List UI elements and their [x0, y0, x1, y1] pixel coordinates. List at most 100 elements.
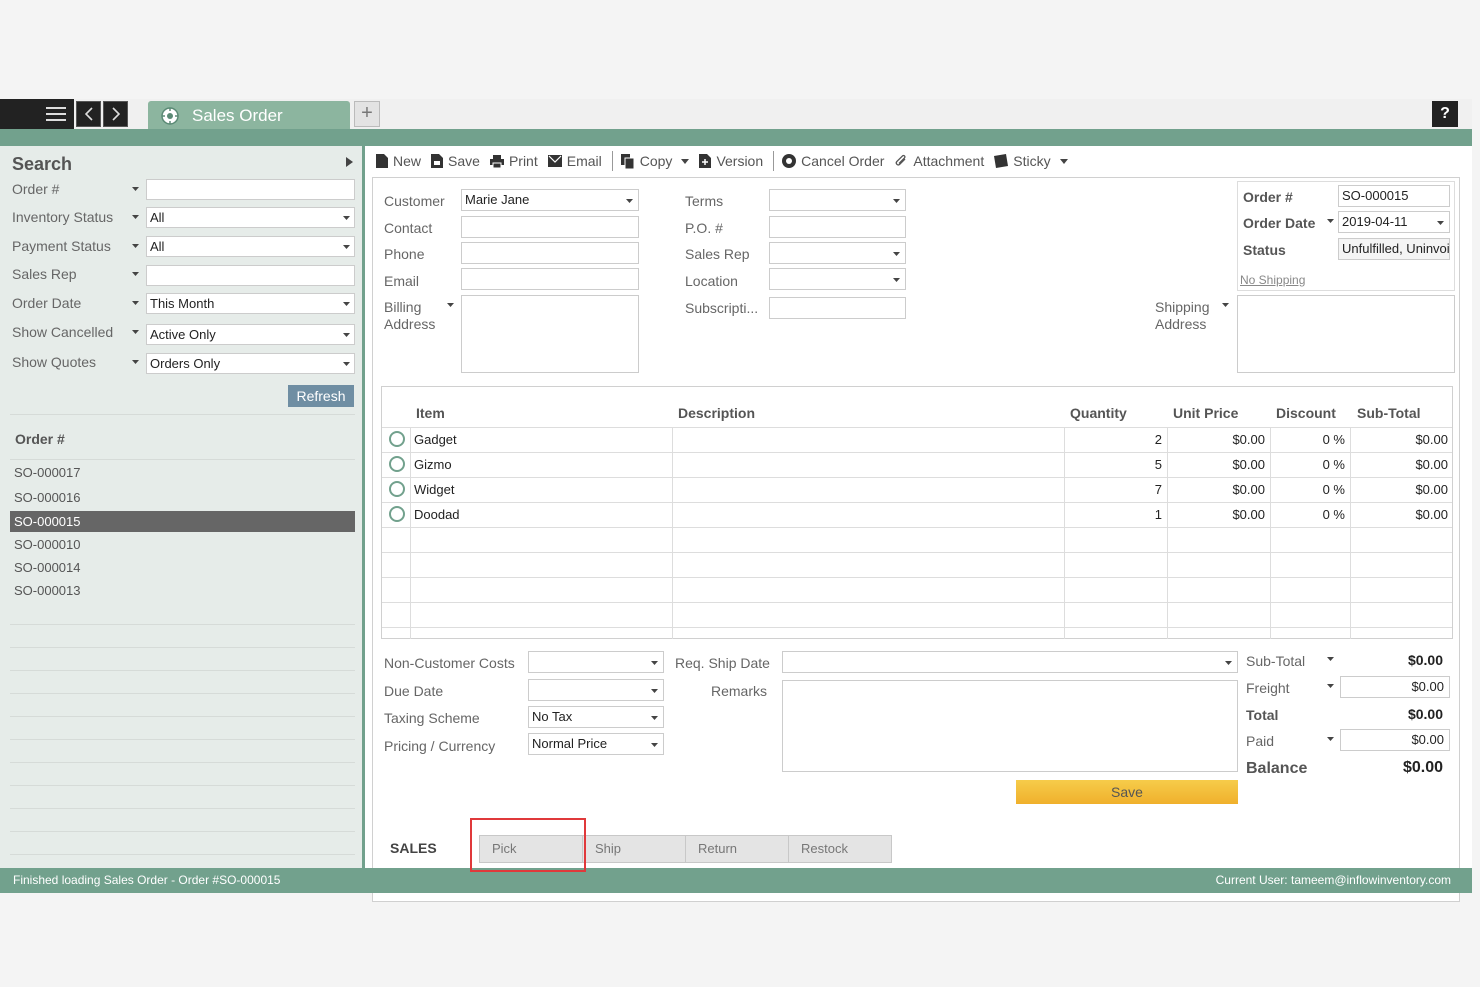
tab-restock[interactable]: Restock [788, 835, 892, 863]
caret-down-icon [343, 245, 350, 249]
due-date-picker[interactable] [528, 679, 664, 701]
req-ship-date-picker[interactable] [782, 651, 1238, 673]
order-date-select[interactable]: This Month [146, 293, 355, 314]
attachment-button[interactable]: Attachment [894, 153, 984, 169]
unit-price-cell[interactable]: $0.00 [1171, 453, 1265, 477]
email-button[interactable]: Email [547, 153, 602, 169]
show-cancelled-select[interactable]: Active Only [146, 324, 355, 345]
row-select-radio[interactable] [389, 431, 405, 447]
column-header-quantity[interactable]: Quantity [1070, 405, 1127, 421]
order-number-field[interactable]: SO-000015 [1338, 185, 1450, 207]
column-header-description[interactable]: Description [678, 405, 755, 421]
phone-field[interactable] [461, 242, 639, 264]
discount-cell[interactable]: 0 % [1274, 478, 1345, 502]
customer-select[interactable]: Marie Jane [461, 189, 639, 211]
sticky-button[interactable]: Sticky [994, 153, 1068, 169]
row-select-radio[interactable] [389, 456, 405, 472]
filter-option-dropdown[interactable] [130, 301, 140, 305]
save-toolbar-button[interactable]: Save [431, 153, 480, 169]
order-list-item[interactable]: SO-000017 [10, 462, 355, 483]
contact-field[interactable] [461, 216, 639, 238]
print-button[interactable]: Print [489, 153, 538, 169]
billing-address-field[interactable] [461, 295, 639, 373]
column-header-discount[interactable]: Discount [1276, 405, 1336, 421]
tab-return[interactable]: Return [685, 835, 789, 863]
order-number-label: Order # [1243, 189, 1293, 205]
filter-option-dropdown[interactable] [130, 187, 140, 191]
envelope-icon [547, 155, 562, 167]
add-tab-button[interactable]: + [354, 101, 380, 127]
freight-field[interactable]: $0.00 [1340, 676, 1450, 698]
unit-price-cell[interactable]: $0.00 [1171, 478, 1265, 502]
unit-price-cell[interactable]: $0.00 [1171, 503, 1265, 527]
no-shipping-link[interactable]: No Shipping [1240, 273, 1305, 287]
back-button[interactable] [76, 101, 101, 127]
column-header-subtotal[interactable]: Sub-Total [1357, 405, 1421, 421]
subscription-field[interactable] [769, 297, 906, 319]
subtotal-option-dropdown[interactable] [1327, 657, 1334, 661]
location-select[interactable] [769, 268, 906, 290]
row-select-radio[interactable] [389, 481, 405, 497]
discount-cell[interactable]: 0 % [1274, 503, 1345, 527]
freight-option-dropdown[interactable] [1327, 684, 1334, 688]
tab-sales-order[interactable]: Sales Order [148, 101, 350, 131]
filter-option-dropdown[interactable] [130, 272, 140, 276]
column-header-unit-price[interactable]: Unit Price [1173, 405, 1238, 421]
discount-cell[interactable]: 0 % [1274, 453, 1345, 477]
sales-rep-input[interactable] [146, 265, 355, 286]
email-field[interactable] [461, 268, 639, 290]
quantity-cell[interactable]: 7 [1068, 478, 1162, 502]
order-list-item[interactable]: SO-000014 [10, 557, 355, 578]
show-quotes-select[interactable]: Orders Only [146, 353, 355, 374]
row-select-radio[interactable] [389, 506, 405, 522]
save-button[interactable]: Save [1016, 780, 1238, 804]
tab-ship[interactable]: Ship [582, 835, 686, 863]
order-date-option-dropdown[interactable] [1327, 219, 1334, 223]
paid-option-dropdown[interactable] [1327, 737, 1334, 741]
help-button[interactable]: ? [1432, 101, 1458, 127]
item-cell[interactable]: Widget [414, 478, 454, 502]
order-date-picker[interactable]: 2019-04-11 [1338, 211, 1450, 233]
filter-option-dropdown[interactable] [130, 215, 140, 219]
quantity-cell[interactable]: 1 [1068, 503, 1162, 527]
billing-address-dropdown[interactable] [447, 303, 454, 307]
item-cell[interactable]: Doodad [414, 503, 460, 527]
forward-button[interactable] [103, 101, 128, 127]
inventory-status-select[interactable]: All [146, 207, 355, 228]
main-menu-button[interactable] [0, 99, 74, 129]
order-list-item[interactable]: SO-000016 [10, 487, 355, 508]
sales-rep-select[interactable] [769, 242, 906, 264]
filter-option-dropdown[interactable] [130, 244, 140, 248]
shipping-address-field[interactable] [1237, 295, 1455, 373]
pricing-currency-select[interactable]: Normal Price [528, 733, 664, 755]
filter-option-dropdown[interactable] [130, 360, 140, 364]
collapse-sidebar-button[interactable] [346, 157, 353, 167]
paid-field[interactable]: $0.00 [1340, 729, 1450, 751]
quantity-cell[interactable]: 5 [1068, 453, 1162, 477]
order-list-item[interactable]: SO-000010 [10, 534, 355, 555]
refresh-button[interactable]: Refresh [288, 385, 354, 407]
shipping-address-dropdown[interactable] [1222, 303, 1229, 307]
remarks-field[interactable] [782, 680, 1238, 772]
non-customer-costs-select[interactable] [528, 651, 664, 673]
quantity-cell[interactable]: 2 [1068, 428, 1162, 452]
item-cell[interactable]: Gadget [414, 428, 457, 452]
taxing-scheme-select[interactable]: No Tax [528, 706, 664, 728]
copy-button[interactable]: Copy [620, 153, 690, 169]
filter-option-dropdown[interactable] [130, 330, 140, 334]
terms-select[interactable] [769, 189, 906, 211]
column-header-item[interactable]: Item [416, 405, 445, 421]
item-cell[interactable]: Gizmo [414, 453, 452, 477]
po-number-field[interactable] [769, 216, 906, 238]
cancel-order-button[interactable]: Cancel Order [782, 153, 884, 169]
order-list-header: Order # [15, 431, 65, 447]
new-button[interactable]: New [376, 153, 421, 169]
order-list-item-selected[interactable]: SO-000015 [10, 511, 355, 532]
tab-sales[interactable]: SALES [390, 840, 437, 856]
discount-cell[interactable]: 0 % [1274, 428, 1345, 452]
version-button[interactable]: Version [699, 153, 763, 169]
order-list-item[interactable]: SO-000013 [10, 580, 355, 601]
payment-status-select[interactable]: All [146, 236, 355, 257]
order-number-input[interactable] [146, 179, 355, 200]
unit-price-cell[interactable]: $0.00 [1171, 428, 1265, 452]
